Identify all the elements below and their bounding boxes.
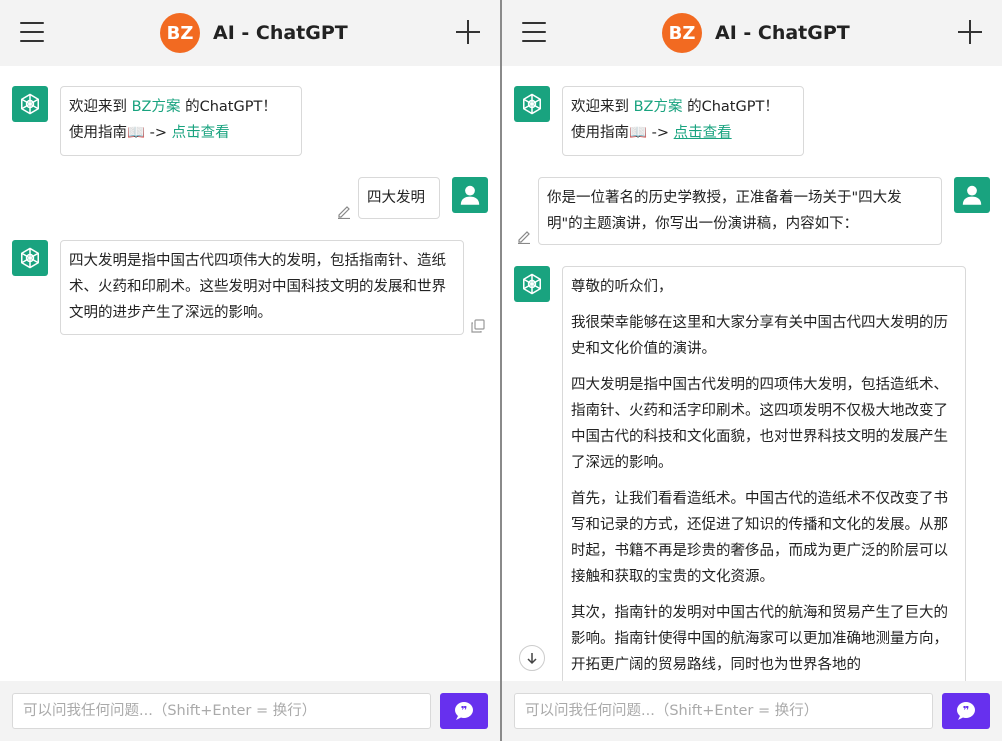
assistant-avatar	[12, 240, 48, 276]
guide-link[interactable]: 点击查看	[674, 125, 732, 141]
brand: BZ AI - ChatGPT	[160, 13, 348, 53]
welcome-line-1: 欢迎来到 BZ方案 的ChatGPT！	[571, 99, 779, 115]
assistant-avatar	[12, 86, 48, 122]
menu-icon[interactable]	[522, 22, 546, 44]
user-message: 四大发明	[358, 177, 440, 219]
chat-bubble-icon: ❞	[455, 702, 473, 720]
bz-link[interactable]: BZ方案	[634, 99, 683, 115]
copy-icon[interactable]	[470, 318, 486, 334]
welcome-message: 欢迎来到 BZ方案 的ChatGPT！ 使用指南📖 -> 点击查看	[562, 86, 804, 156]
user-icon	[460, 185, 480, 205]
assistant-message-long: 尊敬的听众们， 我很荣幸能够在这里和大家分享有关中国古代四大发明的历史和文化价值…	[562, 266, 966, 726]
chat-pane-right: BZ AI - ChatGPT 欢迎来到 BZ方案 的ChatGPT！ 使用指南…	[502, 0, 1002, 741]
svg-text:❞: ❞	[963, 704, 969, 717]
assistant-avatar	[514, 86, 550, 122]
assistant-message: 四大发明是指中国古代四项伟大的发明，包括指南针、造纸术、火药和印刷术。这些发明对…	[60, 240, 464, 335]
send-button[interactable]: ❞	[440, 693, 488, 729]
openai-logo-icon	[21, 247, 39, 269]
app-header: BZ AI - ChatGPT	[502, 0, 1002, 66]
message-input[interactable]: 可以问我任何问题...（Shift+Enter = 换行）	[514, 693, 933, 729]
edit-icon[interactable]	[336, 203, 352, 219]
input-bar: 可以问我任何问题...（Shift+Enter = 换行） ❞	[0, 681, 500, 741]
speech-paragraph: 尊敬的听众们，	[571, 279, 673, 295]
bz-logo: BZ	[662, 13, 702, 53]
new-chat-plus-icon[interactable]	[456, 20, 480, 44]
app-header: BZ AI - ChatGPT	[0, 0, 500, 66]
chat-pane-left: BZ AI - ChatGPT 欢迎来到 BZ方案 的ChatGPT！ 使用指南…	[0, 0, 500, 741]
svg-text:❞: ❞	[461, 704, 467, 717]
new-chat-plus-icon[interactable]	[958, 20, 982, 44]
app-title: AI - ChatGPT	[715, 22, 850, 44]
bz-logo: BZ	[160, 13, 200, 53]
user-message: 你是一位著名的历史学教授，正准备着一场关于"四大发明"的主题演讲，你写出一份演讲…	[538, 177, 942, 245]
welcome-message: 欢迎来到 BZ方案 的ChatGPT！ 使用指南📖 -> 点击查看	[60, 86, 302, 156]
openai-logo-icon	[21, 93, 39, 115]
app-title: AI - ChatGPT	[213, 22, 348, 44]
assistant-avatar	[514, 266, 550, 302]
welcome-line-2: 使用指南📖 -> 点击查看	[69, 125, 230, 141]
menu-icon[interactable]	[20, 22, 44, 44]
openai-logo-icon	[523, 273, 541, 295]
user-avatar	[452, 177, 488, 213]
chat-bubble-icon: ❞	[957, 702, 975, 720]
bz-link[interactable]: BZ方案	[132, 99, 181, 115]
speech-paragraph: 四大发明是指中国古代发明的四项伟大发明，包括造纸术、指南针、火药和活字印刷术。这…	[571, 377, 948, 471]
guide-link[interactable]: 点击查看	[172, 125, 230, 141]
welcome-line-2: 使用指南📖 -> 点击查看	[571, 125, 732, 141]
speech-paragraph: 其次，指南针的发明对中国古代的航海和贸易产生了巨大的影响。指南针使得中国的航海家…	[571, 605, 948, 673]
input-bar: 可以问我任何问题...（Shift+Enter = 换行） ❞	[502, 681, 1002, 741]
arrow-down-icon	[527, 653, 537, 665]
brand: BZ AI - ChatGPT	[662, 13, 850, 53]
scroll-to-bottom-button[interactable]	[519, 645, 545, 671]
speech-paragraph: 我很荣幸能够在这里和大家分享有关中国古代四大发明的历史和文化价值的演讲。	[571, 315, 948, 357]
openai-logo-icon	[523, 93, 541, 115]
edit-icon[interactable]	[516, 228, 532, 244]
message-input[interactable]: 可以问我任何问题...（Shift+Enter = 换行）	[12, 693, 431, 729]
speech-paragraph: 首先，让我们看看造纸术。中国古代的造纸术不仅改变了书写和记录的方式，还促进了知识…	[571, 491, 948, 585]
send-button[interactable]: ❞	[942, 693, 990, 729]
welcome-line-1: 欢迎来到 BZ方案 的ChatGPT！	[69, 99, 277, 115]
user-avatar	[954, 177, 990, 213]
user-icon	[962, 185, 982, 205]
